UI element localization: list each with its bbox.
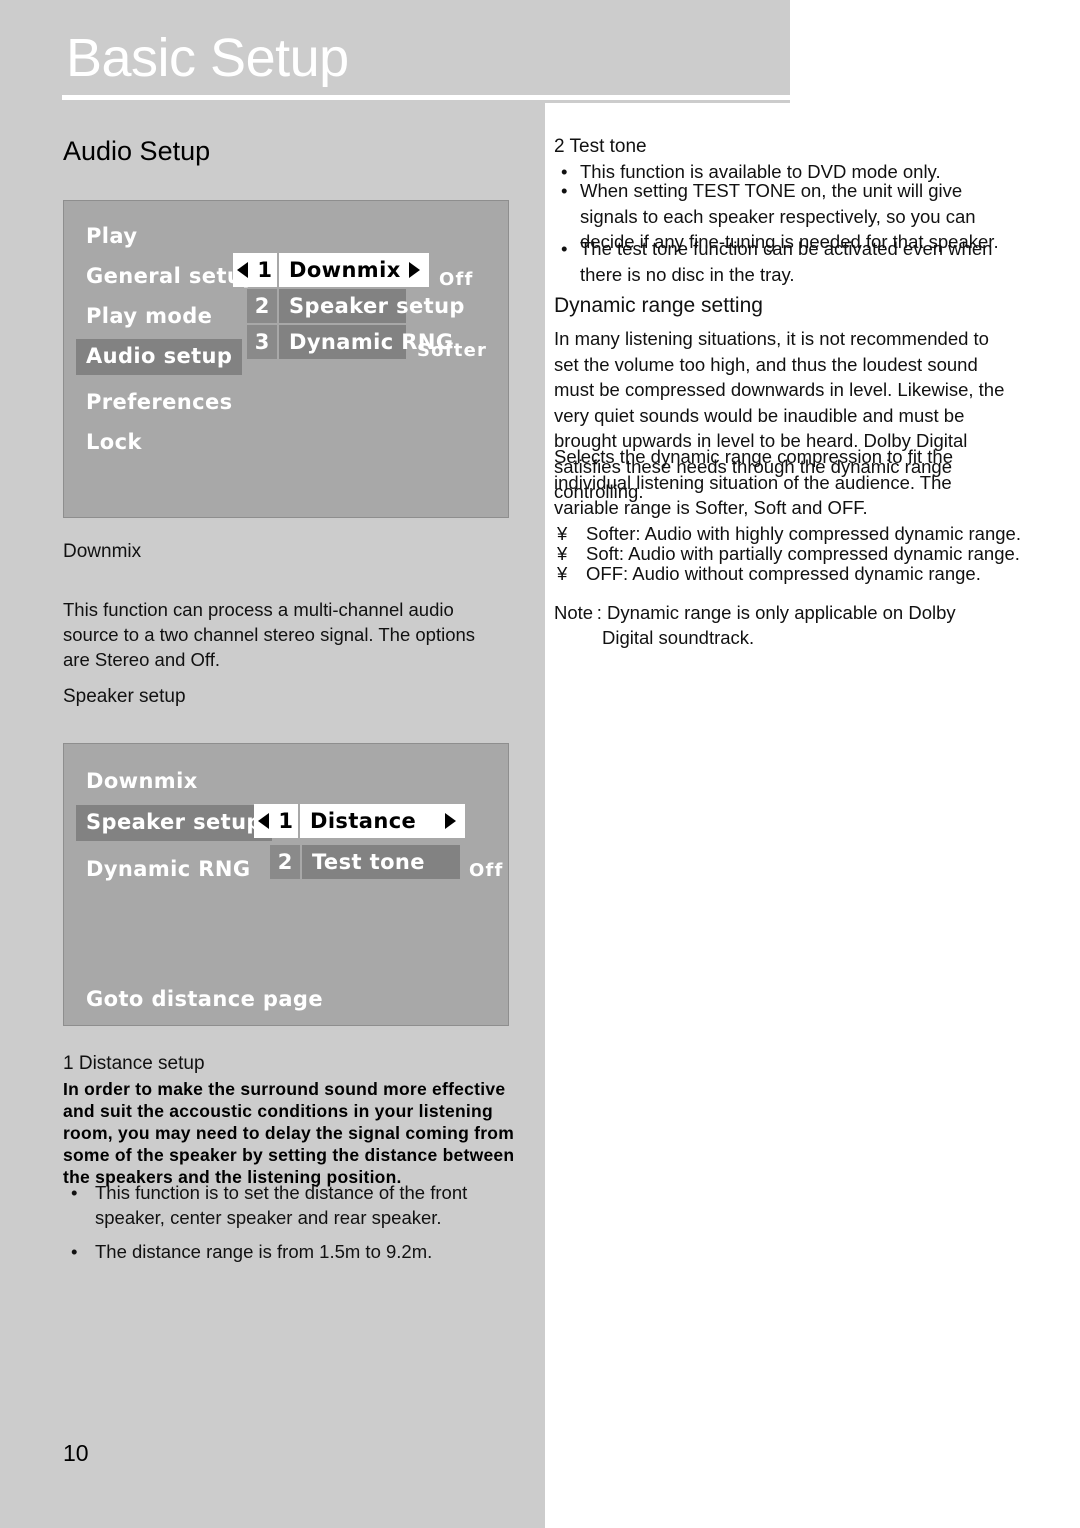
osd2-item-speaker-setup[interactable]: Speaker setup: [76, 805, 272, 841]
osd1-option-3-value: Softer: [417, 340, 488, 361]
paragraph-dynamic-range-2: Selects the dynamic range compression to…: [554, 446, 953, 518]
paragraph-distance-setup-bold: In order to make the surround sound more…: [63, 1079, 515, 1187]
bullet-text: This function is to set the distance of …: [95, 1182, 468, 1228]
right-column: 2 Test tone • This function is available…: [545, 0, 1080, 1528]
label-downmix: Downmix: [63, 541, 142, 562]
osd1-option-2-number[interactable]: 2: [247, 289, 277, 323]
bullet-icon: •: [561, 238, 568, 259]
label-distance-setup: 1 Distance setup: [63, 1053, 205, 1074]
osd1-option-2-label: Speaker setup: [289, 293, 465, 318]
osd1-option-1-value: Off: [439, 269, 474, 290]
label-speaker-setup: Speaker setup: [63, 686, 186, 707]
triangle-right-icon: [445, 813, 456, 829]
bullet-text: The distance range is from 1.5m to 9.2m.: [95, 1241, 433, 1262]
osd2-option-2-label-box[interactable]: Test tone: [302, 845, 460, 879]
osd2-option-1-label: Distance: [310, 808, 417, 833]
osd2-item-dynamic-rng[interactable]: Dynamic RNG: [76, 852, 260, 888]
page-number: 10: [63, 1440, 89, 1466]
bullet-text: The test tone function can be activated …: [580, 238, 993, 285]
note-line-2: Digital soundtrack.: [602, 627, 755, 648]
list-item: ¥ OFF: Audio without compressed dynamic …: [554, 561, 1024, 587]
yen-bullet-icon: ¥: [557, 563, 568, 584]
osd1-option-3-number[interactable]: 3: [247, 325, 277, 359]
osd1-option-1-label-box[interactable]: Downmix: [279, 253, 429, 287]
osd1-item-audio-setup[interactable]: Audio setup: [76, 339, 243, 375]
list-item: • The distance range is from 1.5m to 9.2…: [63, 1239, 515, 1264]
list-item: • This function is to set the distance o…: [63, 1180, 515, 1230]
heading-dynamic-range-setting: Dynamic range setting: [554, 294, 763, 317]
section-heading-audio-setup: Audio Setup: [63, 136, 211, 166]
osd2-option-1-number-label: 1: [278, 808, 293, 833]
osd1-option-2-label-box[interactable]: Speaker setup: [279, 289, 464, 323]
osd2-option-2-value: Off: [469, 860, 504, 881]
bullet-icon: •: [71, 1241, 78, 1262]
osd1-option-1-number[interactable]: 1: [233, 253, 277, 287]
osd2-footer-goto-distance-page[interactable]: Goto distance page: [76, 982, 333, 1018]
left-column: Audio Setup Play General setup Play mode…: [0, 0, 545, 1528]
osd1-item-play[interactable]: Play: [76, 219, 147, 255]
osd1-item-lock[interactable]: Lock: [76, 425, 152, 461]
osd1-option-3-label-box[interactable]: Dynamic RNG: [279, 325, 453, 359]
triangle-left-icon: [237, 262, 248, 278]
bullet-text: OFF: Audio without compressed dynamic ra…: [586, 563, 981, 584]
osd1-item-play-mode[interactable]: Play mode: [76, 299, 222, 335]
note-line-1: Note : Dynamic range is only applicable …: [554, 602, 956, 623]
osd1-option-3-number-label: 3: [254, 329, 270, 354]
osd-screenshot-speaker-setup: Downmix Speaker setup Dynamic RNG Goto d…: [63, 743, 509, 1026]
osd1-option-2-number-label: 2: [254, 293, 270, 318]
bullet-icon: •: [71, 1182, 78, 1203]
list-item: • The test tone function can be activate…: [554, 236, 1014, 287]
osd2-option-2-label: Test tone: [312, 849, 425, 874]
triangle-left-icon: [258, 813, 269, 829]
osd-screenshot-audio-setup: Play General setup Play mode Audio setup…: [63, 200, 509, 518]
manual-page: Basic Setup Audio Setup Play General set…: [0, 0, 1080, 1528]
osd2-option-2-number[interactable]: 2: [270, 845, 300, 879]
bullet-icon: •: [561, 180, 568, 201]
triangle-right-icon: [409, 262, 420, 278]
heading-test-tone: 2 Test tone: [554, 136, 647, 157]
osd2-option-2-number-label: 2: [277, 849, 293, 874]
osd2-item-downmix[interactable]: Downmix: [76, 764, 208, 800]
osd2-option-1-number[interactable]: 1: [254, 804, 298, 838]
osd1-item-preferences[interactable]: Preferences: [76, 385, 243, 421]
osd2-option-1-label-box[interactable]: Distance: [300, 804, 465, 838]
paragraph-downmix: This function can process a multi-channe…: [63, 599, 476, 670]
osd1-option-1-number-label: 1: [257, 257, 272, 282]
osd1-option-1-label: Downmix: [289, 257, 401, 282]
note-block: Note : Dynamic range is only applicable …: [554, 600, 1024, 650]
